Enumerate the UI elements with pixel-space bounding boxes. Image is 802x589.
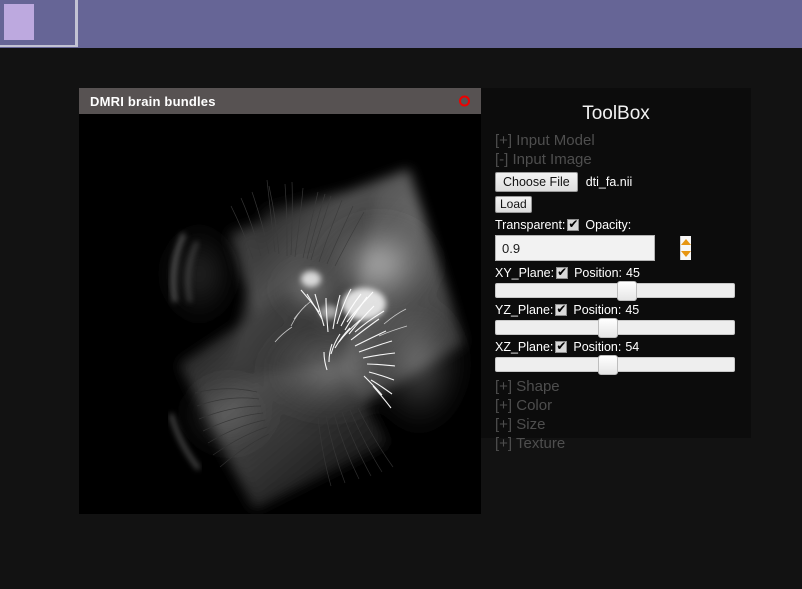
xz-plane-label: XZ_Plane: — [495, 340, 554, 354]
section-input-model[interactable]: [+] Input Model — [495, 131, 737, 150]
yz-plane-label: YZ_Plane: — [495, 303, 554, 317]
yz-plane-checkbox[interactable] — [555, 302, 568, 316]
xy-position-value: 45 — [626, 266, 640, 280]
yz-plane-slider-thumb[interactable] — [597, 318, 618, 338]
render-canvas[interactable] — [79, 114, 481, 514]
file-input-row: Choose File dti_fa.nii — [495, 172, 737, 192]
xz-plane-slider-thumb[interactable] — [597, 355, 618, 375]
viewer-title: DMRI brain bundles — [90, 93, 216, 109]
xy-plane-slider[interactable] — [495, 281, 735, 301]
xz-position-value: 54 — [625, 340, 640, 354]
close-circle-icon[interactable] — [459, 95, 470, 107]
xy-plane-label: XY_Plane: — [495, 266, 555, 280]
section-color[interactable]: [+] Color — [495, 396, 737, 415]
load-row: Load — [495, 195, 737, 213]
xz-plane-checkbox[interactable] — [555, 339, 568, 353]
transparent-checkbox[interactable] — [567, 217, 580, 231]
yz-position-label: Position: — [573, 303, 622, 317]
viewer-window: DMRI brain bundles — [79, 88, 481, 514]
spinner-down-icon[interactable] — [681, 251, 691, 257]
opacity-spinner[interactable] — [680, 236, 691, 260]
viewer-titlebar[interactable]: DMRI brain bundles — [79, 88, 481, 114]
xy-plane-slider-thumb[interactable] — [616, 281, 637, 301]
section-shape[interactable]: [+] Shape — [495, 377, 737, 396]
xy-plane-checkbox[interactable] — [556, 265, 569, 279]
opacity-label: Opacity: — [585, 218, 632, 232]
brain-render-image — [79, 114, 481, 514]
toolbox-panel: ToolBox [+] Input Model [-] Input Image … — [481, 88, 751, 452]
top-bar — [0, 0, 802, 48]
transparent-row: Transparent: Opacity: — [495, 217, 737, 232]
selected-file-name: dti_fa.nii — [585, 175, 633, 189]
yz-plane-row: YZ_Plane: Position: 45 — [495, 302, 737, 317]
load-button[interactable]: Load — [495, 196, 532, 213]
section-texture[interactable]: [+] Texture — [495, 434, 737, 453]
spinner-up-icon[interactable] — [681, 239, 691, 245]
opacity-input[interactable] — [496, 236, 680, 260]
xz-plane-row: XZ_Plane: Position: 54 — [495, 339, 737, 354]
choose-file-button[interactable]: Choose File — [495, 172, 578, 192]
yz-position-value: 45 — [625, 303, 640, 317]
color-swatch — [4, 4, 34, 40]
yz-plane-slider[interactable] — [495, 318, 735, 338]
xy-plane-row: XY_Plane: Position: 45 — [495, 265, 737, 280]
top-bar-frame — [0, 0, 78, 47]
section-input-image[interactable]: [-] Input Image — [495, 150, 737, 169]
xy-position-label: Position: — [574, 266, 623, 280]
toolbox-title: ToolBox — [582, 103, 650, 124]
section-size[interactable]: [+] Size — [495, 415, 737, 434]
xz-plane-slider[interactable] — [495, 355, 735, 375]
xz-position-label: Position: — [573, 340, 622, 354]
transparent-label: Transparent: — [495, 218, 566, 232]
opacity-field-wrap — [495, 235, 691, 261]
